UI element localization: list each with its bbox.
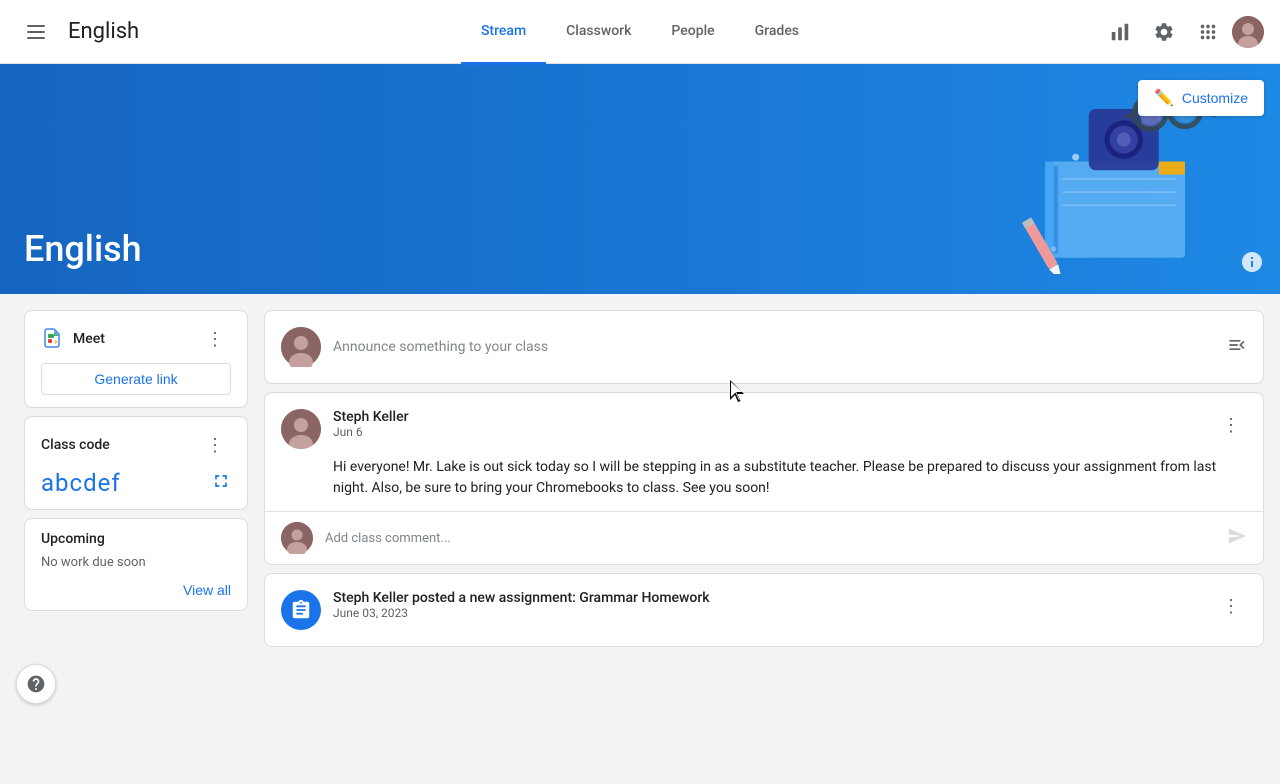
customize-label: Customize <box>1182 90 1248 106</box>
class-code-value: abcdef <box>41 469 121 497</box>
meet-title: Meet <box>73 331 105 347</box>
meet-title-row: Meet <box>41 327 105 351</box>
header-left: English <box>16 12 216 52</box>
meet-card: Meet ⋮ Generate link <box>24 310 248 408</box>
comment-input-placeholder[interactable]: Add class comment... <box>325 531 1215 546</box>
assignment-card-1: Steph Keller posted a new assignment: Gr… <box>264 573 1264 647</box>
apps-button[interactable] <box>1188 12 1228 52</box>
announce-bar: Announce something to your class <box>265 311 1263 383</box>
post-header: Steph Keller Jun 6 ⋮ <box>265 393 1263 449</box>
class-banner: ✏️ Customize English <box>0 64 1280 294</box>
assignment-header: Steph Keller posted a new assignment: Gr… <box>265 574 1263 646</box>
meet-menu-button[interactable]: ⋮ <box>199 323 231 355</box>
customize-pencil-icon: ✏️ <box>1154 88 1174 108</box>
class-code-title: Class code <box>41 437 110 453</box>
main-nav: Stream Classwork People Grades <box>216 0 1064 64</box>
post-menu-button[interactable]: ⋮ <box>1215 409 1247 441</box>
assignment-date: June 03, 2023 <box>333 606 1203 620</box>
comment-avatar <box>281 522 313 554</box>
main-content: ✏️ Customize English <box>0 64 1280 720</box>
customize-button[interactable]: ✏️ Customize <box>1138 80 1264 116</box>
tab-grades[interactable]: Grades <box>735 1 819 65</box>
assignment-meta: Steph Keller posted a new assignment: Gr… <box>333 590 1203 620</box>
class-code-row: abcdef <box>41 469 231 497</box>
app-title: English <box>68 19 139 44</box>
post-meta: Steph Keller Jun 6 <box>333 409 1203 439</box>
settings-button[interactable] <box>1144 12 1184 52</box>
tab-stream[interactable]: Stream <box>461 1 546 65</box>
header-right <box>1064 12 1264 52</box>
meet-icon <box>41 327 65 351</box>
class-code-menu-button[interactable]: ⋮ <box>199 429 231 461</box>
post-author-name: Steph Keller <box>333 409 1203 425</box>
comment-bar: Add class comment... <box>265 511 1263 564</box>
assignment-title: Steph Keller posted a new assignment: Gr… <box>333 590 1203 606</box>
upcoming-card: Upcoming No work due soon View all <box>24 518 248 611</box>
stream-feed: Announce something to your class <box>264 310 1264 647</box>
class-code-card: Class code ⋮ abcdef <box>24 416 248 510</box>
no-work-message: No work due soon <box>41 555 231 570</box>
generate-link-button[interactable]: Generate link <box>41 363 231 395</box>
banner-class-title: English <box>24 228 142 270</box>
tab-classwork[interactable]: Classwork <box>546 1 651 65</box>
expand-icon[interactable] <box>211 471 231 496</box>
menu-button[interactable] <box>16 12 56 52</box>
announce-placeholder[interactable]: Announce something to your class <box>333 331 1215 363</box>
view-all-button[interactable]: View all <box>183 582 231 598</box>
sidebar: Meet ⋮ Generate link Class code ⋮ abcdef <box>24 310 248 611</box>
content-area: Meet ⋮ Generate link Class code ⋮ abcdef <box>0 294 1280 663</box>
post-author-avatar <box>281 409 321 449</box>
user-avatar[interactable] <box>1232 16 1264 48</box>
send-icon[interactable] <box>1227 526 1247 551</box>
tab-people[interactable]: People <box>651 1 734 65</box>
app-header: English Stream Classwork People Grades <box>0 0 1280 64</box>
analytics-button[interactable] <box>1100 12 1140 52</box>
class-code-header: Class code ⋮ <box>41 429 231 461</box>
help-button[interactable] <box>16 664 56 704</box>
reorder-icon[interactable] <box>1227 335 1247 360</box>
info-icon[interactable] <box>1240 250 1264 278</box>
assignment-menu-button[interactable]: ⋮ <box>1215 590 1247 622</box>
post-card-1: Steph Keller Jun 6 ⋮ Hi everyone! Mr. La… <box>264 392 1264 565</box>
announce-avatar <box>281 327 321 367</box>
assignment-icon <box>281 590 321 630</box>
upcoming-title: Upcoming <box>41 531 231 547</box>
announce-card: Announce something to your class <box>264 310 1264 384</box>
post-body: Hi everyone! Mr. Lake is out sick today … <box>265 449 1263 511</box>
meet-card-header: Meet ⋮ <box>41 323 231 355</box>
post-date: Jun 6 <box>333 425 1203 439</box>
